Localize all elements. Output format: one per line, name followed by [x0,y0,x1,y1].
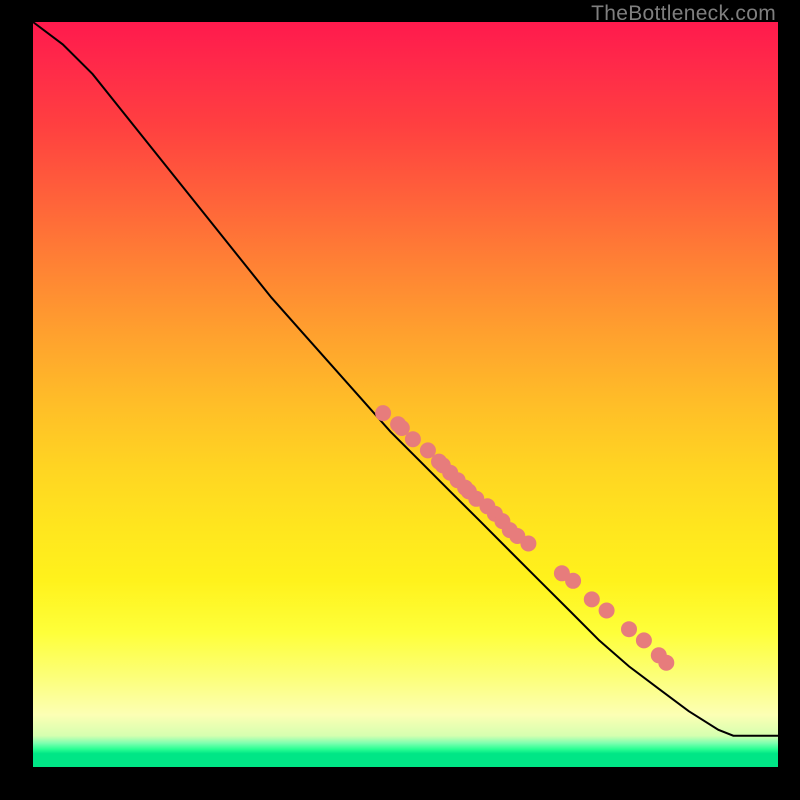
chart-marker [405,431,421,447]
chart-marker [375,405,391,421]
chart-marker [658,655,674,671]
chart-marker [584,591,600,607]
chart-marker [599,603,615,619]
chart-line [33,22,778,736]
chart-marker [621,621,637,637]
chart-frame: TheBottleneck.com [0,0,800,800]
chart-marker [636,632,652,648]
chart-markers [375,405,674,671]
chart-marker [565,573,581,589]
chart-marker [520,536,536,552]
watermark-text: TheBottleneck.com [591,2,776,26]
chart-overlay [33,22,778,767]
